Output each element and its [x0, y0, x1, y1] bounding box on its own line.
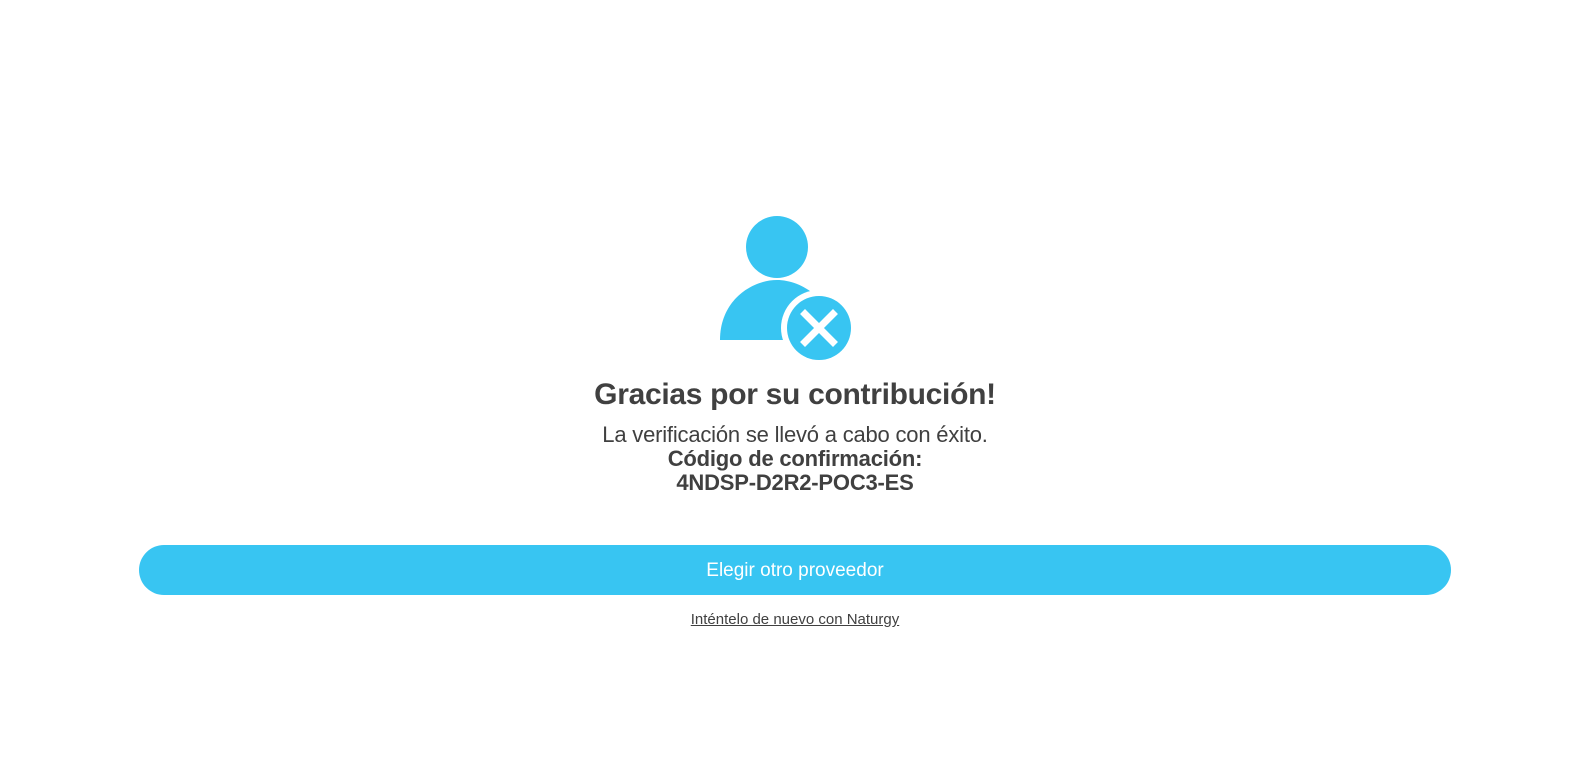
verification-result-page: Gracias por su contribución! La verifica… [0, 0, 1570, 758]
confirmation-code-label: Código de confirmación: [667, 446, 923, 471]
success-message: La verificación se llevó a cabo con éxit… [602, 422, 988, 447]
user-error-icon [712, 210, 862, 370]
choose-another-provider-button[interactable]: Elegir otro proveedor [139, 545, 1451, 595]
confirmation-code-value: 4NDSP-D2R2-POC3-ES [676, 470, 914, 495]
page-title: Gracias por su contribución! [594, 378, 996, 411]
retry-link-container: Inténtelo de nuevo con Naturgy [0, 611, 1570, 628]
retry-with-naturgy-link[interactable]: Inténtelo de nuevo con Naturgy [691, 611, 899, 628]
